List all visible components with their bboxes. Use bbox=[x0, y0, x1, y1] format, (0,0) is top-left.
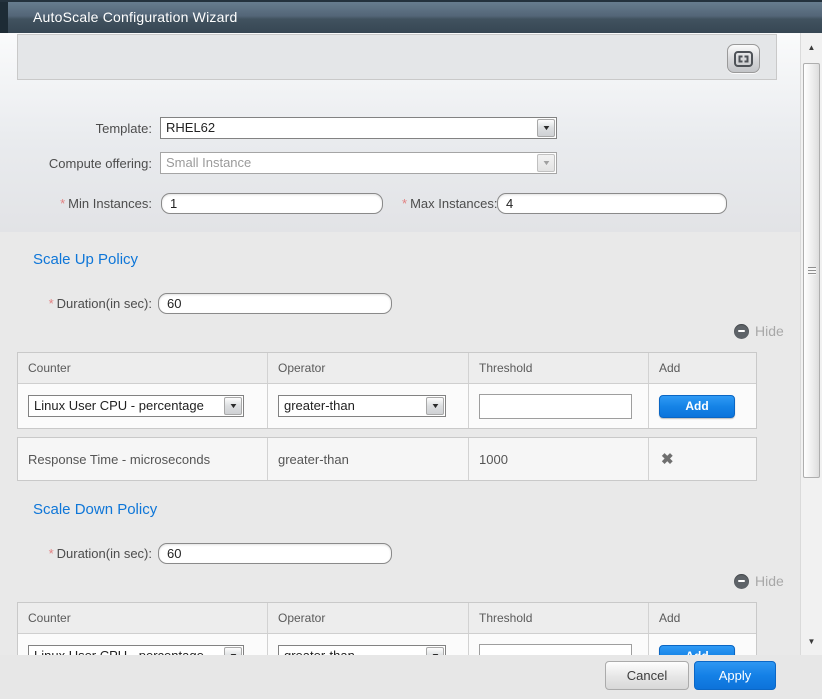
scale-up-counter-select[interactable]: Linux User CPU - percentage ▼ bbox=[28, 395, 244, 417]
scale-down-operator-select[interactable]: greater-than ▼ bbox=[278, 645, 446, 655]
template-label: Template: bbox=[0, 121, 152, 136]
dialog-footer: Cancel Apply bbox=[0, 655, 822, 699]
max-instances-label: *Max Instances: bbox=[402, 196, 488, 211]
scale-up-policy-heading: Scale Up Policy bbox=[33, 251, 138, 268]
titlebar: AutoScale Configuration Wizard bbox=[0, 0, 822, 33]
table-header-row: Counter Operator Threshold Add bbox=[18, 603, 756, 634]
scrollbar-grip bbox=[808, 267, 816, 275]
vertical-scrollbar: ▲ ▼ bbox=[800, 33, 822, 655]
required-asterisk: * bbox=[49, 546, 54, 561]
minus-circle-icon bbox=[734, 574, 749, 589]
threshold-column-header: Threshold bbox=[469, 603, 649, 633]
apply-button[interactable]: Apply bbox=[694, 661, 776, 690]
scale-up-condition-table: Counter Operator Threshold Add Linux Use… bbox=[17, 352, 757, 429]
table-header-row: Counter Operator Threshold Add bbox=[18, 353, 756, 384]
scale-down-policy-heading: Scale Down Policy bbox=[33, 501, 157, 518]
required-asterisk: * bbox=[60, 196, 65, 211]
delete-rule-x-icon[interactable]: ✖ bbox=[661, 452, 674, 467]
operator-column-header: Operator bbox=[268, 603, 469, 633]
operator-column-header: Operator bbox=[268, 353, 469, 383]
scale-down-duration-label: *Duration(in sec): bbox=[0, 546, 152, 561]
add-column-header: Add bbox=[649, 353, 756, 383]
scale-up-hide-toggle[interactable]: Hide bbox=[734, 323, 784, 339]
chevron-down-icon: ▼ bbox=[426, 397, 444, 415]
saved-counter-value: Response Time - microseconds bbox=[18, 438, 268, 480]
scale-down-hide-toggle[interactable]: Hide bbox=[734, 573, 784, 589]
chevron-down-icon: ▼ bbox=[426, 647, 444, 655]
chevron-down-icon: ▼ bbox=[224, 647, 242, 655]
table-editor-row: Linux User CPU - percentage ▼ greater-th… bbox=[18, 634, 756, 655]
template-select-value: RHEL62 bbox=[161, 118, 536, 138]
hide-label: Hide bbox=[755, 573, 784, 589]
scrollbar-thumb[interactable] bbox=[803, 63, 820, 478]
scale-up-threshold-input[interactable] bbox=[479, 394, 632, 419]
compute-offering-select: Small Instance ▼ bbox=[160, 152, 557, 174]
expand-view-button[interactable] bbox=[727, 44, 760, 73]
scale-up-add-button[interactable]: Add bbox=[659, 395, 735, 418]
hide-label: Hide bbox=[755, 323, 784, 339]
scroll-viewport: Template: RHEL62 ▼ Compute offering: Sma… bbox=[0, 33, 800, 655]
compute-offering-label: Compute offering: bbox=[0, 156, 152, 171]
scale-down-threshold-input[interactable] bbox=[479, 644, 632, 656]
saved-rule-row: Response Time - microseconds greater-tha… bbox=[18, 438, 756, 480]
scale-down-counter-select[interactable]: Linux User CPU - percentage ▼ bbox=[28, 645, 244, 655]
compute-offering-select-value: Small Instance bbox=[161, 153, 536, 173]
counter-column-header: Counter bbox=[18, 353, 268, 383]
table-editor-row: Linux User CPU - percentage ▼ greater-th… bbox=[18, 384, 756, 428]
scale-up-saved-rule-table: Response Time - microseconds greater-tha… bbox=[17, 437, 757, 481]
scale-up-duration-input[interactable] bbox=[158, 293, 392, 314]
min-instances-label: *Min Instances: bbox=[0, 196, 152, 211]
scale-down-add-button[interactable]: Add bbox=[659, 645, 735, 656]
scale-down-duration-input[interactable] bbox=[158, 543, 392, 564]
expand-view-icon bbox=[734, 51, 753, 67]
cancel-button[interactable]: Cancel bbox=[605, 661, 689, 690]
required-asterisk: * bbox=[402, 196, 407, 211]
min-instances-input[interactable] bbox=[161, 193, 383, 214]
chevron-down-icon: ▼ bbox=[224, 397, 242, 415]
saved-threshold-value: 1000 bbox=[469, 438, 649, 480]
required-asterisk: * bbox=[49, 296, 54, 311]
chevron-down-icon: ▼ bbox=[537, 154, 555, 172]
top-panel bbox=[17, 34, 777, 80]
minus-circle-icon bbox=[734, 324, 749, 339]
scale-down-condition-table: Counter Operator Threshold Add Linux Use… bbox=[17, 602, 757, 655]
counter-column-header: Counter bbox=[18, 603, 268, 633]
max-instances-input[interactable] bbox=[497, 193, 727, 214]
up-arrow-icon[interactable]: ▲ bbox=[801, 35, 822, 59]
threshold-column-header: Threshold bbox=[469, 353, 649, 383]
saved-operator-value: greater-than bbox=[268, 438, 469, 480]
autoscale-wizard-dialog: AutoScale Configuration Wizard Template:… bbox=[0, 0, 822, 699]
dialog-title: AutoScale Configuration Wizard bbox=[33, 2, 237, 33]
scale-up-duration-label: *Duration(in sec): bbox=[0, 296, 152, 311]
chevron-down-icon: ▼ bbox=[537, 119, 555, 137]
down-arrow-icon[interactable]: ▼ bbox=[801, 629, 822, 653]
template-select[interactable]: RHEL62 ▼ bbox=[160, 117, 557, 139]
titlebar-edge bbox=[0, 2, 8, 35]
scale-up-operator-select[interactable]: greater-than ▼ bbox=[278, 395, 446, 417]
add-column-header: Add bbox=[649, 603, 756, 633]
